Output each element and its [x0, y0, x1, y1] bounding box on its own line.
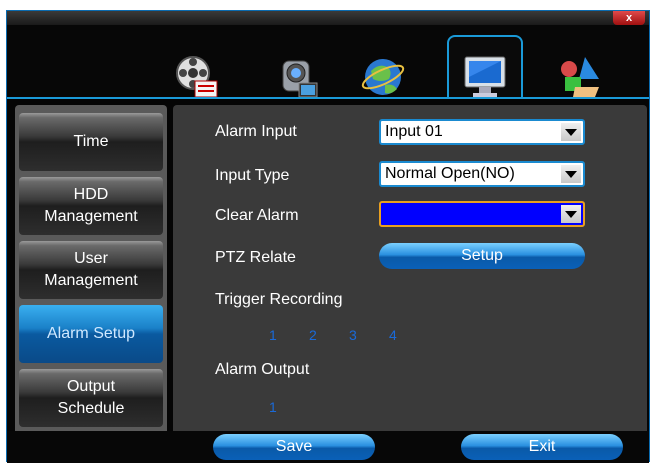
input-type-select[interactable]: Normal Open(NO): [379, 161, 585, 187]
chevron-down-icon[interactable]: [561, 205, 581, 223]
alarm-input-value: Input 01: [385, 123, 443, 140]
alarm-output-label: Alarm Output: [215, 361, 310, 378]
sidebar-item-label: Alarm Setup: [46, 325, 136, 342]
record-icon[interactable]: [173, 53, 221, 101]
title-bar: x: [7, 11, 649, 25]
alarm-input-label: Alarm Input: [215, 123, 297, 140]
sidebar-item-output-schedule[interactable]: Output Schedule: [19, 369, 163, 427]
chevron-down-icon[interactable]: [561, 165, 581, 183]
clear-alarm-label: Clear Alarm: [215, 207, 299, 224]
sidebar-item-label: Output: [66, 378, 116, 395]
sidebar-item-label: HDD: [73, 186, 109, 203]
sidebar-item-label: Time: [73, 133, 109, 150]
footer-bar: Save Exit: [7, 431, 649, 463]
alarm-input-select[interactable]: Input 01: [379, 119, 585, 145]
chevron-down-icon[interactable]: [561, 123, 581, 141]
clear-alarm-select[interactable]: [379, 201, 585, 227]
dialog-window: x Time HDD Management User Management Al…: [6, 10, 650, 463]
close-button[interactable]: x: [613, 11, 645, 25]
category-tab-bar: [7, 25, 649, 99]
sidebar-item-time[interactable]: Time: [19, 113, 163, 171]
camera-icon[interactable]: [273, 53, 321, 101]
trigger-channel-1[interactable]: 1: [269, 327, 277, 343]
sidebar-item-label-line2: Schedule: [57, 400, 125, 417]
trigger-recording-label: Trigger Recording: [215, 291, 343, 308]
sidebar-item-user-management[interactable]: User Management: [19, 241, 163, 299]
sidebar-item-alarm-setup[interactable]: Alarm Setup: [19, 305, 163, 363]
sidebar-item-label: User: [74, 250, 108, 267]
input-type-label: Input Type: [215, 167, 290, 184]
network-globe-icon[interactable]: [359, 53, 407, 101]
exit-button[interactable]: Exit: [461, 434, 623, 460]
trigger-channel-2[interactable]: 2: [309, 327, 317, 343]
sidebar-item-label-line2: Management: [44, 272, 138, 289]
sidebar-item-label-line2: Management: [44, 208, 138, 225]
output-channel-1[interactable]: 1: [269, 399, 277, 415]
monitor-icon[interactable]: [461, 53, 509, 101]
shapes-icon[interactable]: [555, 53, 603, 101]
sidebar-item-hdd-management[interactable]: HDD Management: [19, 177, 163, 235]
trigger-channel-3[interactable]: 3: [349, 327, 357, 343]
ptz-relate-label: PTZ Relate: [215, 249, 296, 266]
alarm-setup-panel: [173, 105, 647, 439]
tab-underline: [7, 97, 649, 99]
ptz-setup-button[interactable]: Setup: [379, 243, 585, 269]
trigger-channel-4[interactable]: 4: [389, 327, 397, 343]
sidebar: Time HDD Management User Management Alar…: [15, 105, 167, 439]
save-button[interactable]: Save: [213, 434, 375, 460]
input-type-value: Normal Open(NO): [385, 165, 515, 182]
